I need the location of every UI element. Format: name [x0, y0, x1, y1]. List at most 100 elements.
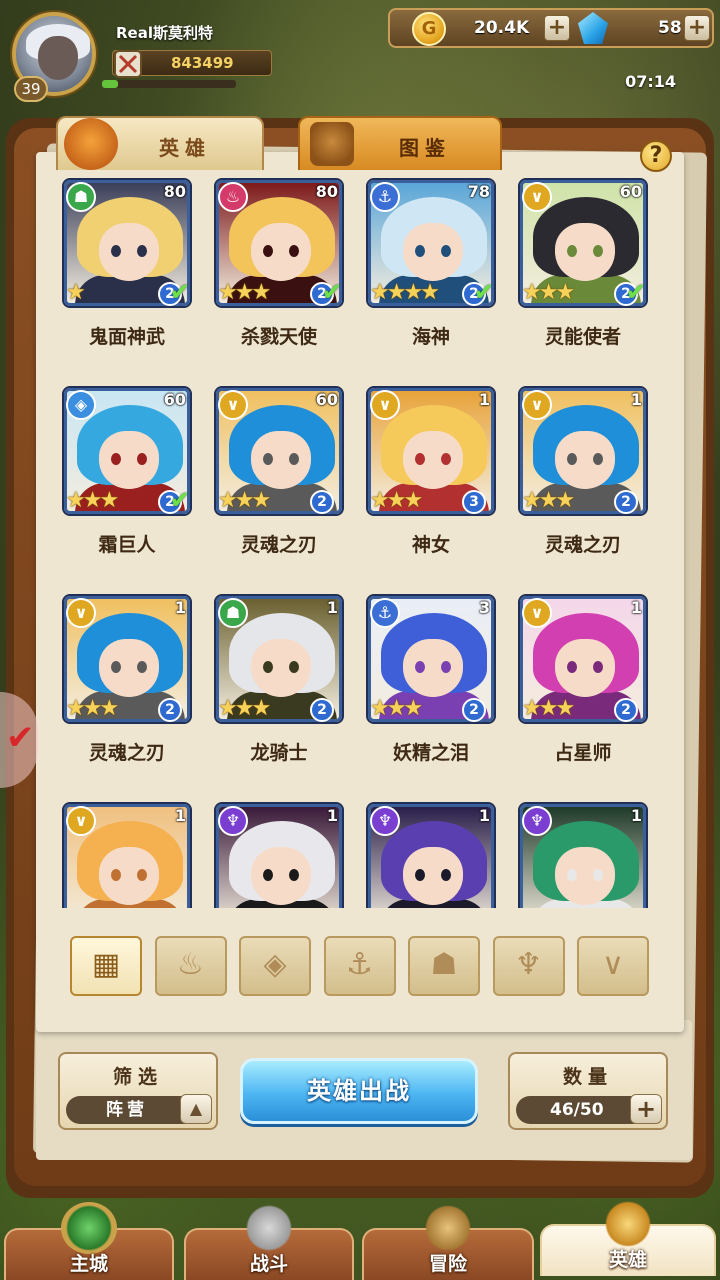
hero-card[interactable]: ☗ 80 ★ 2 ✔ 鬼面神武: [36, 178, 196, 368]
deployed-check-icon: ✔: [473, 278, 494, 306]
portrait-eye: [593, 869, 603, 881]
hero-card[interactable]: ∨ 60 ★★★ 2 ✔ 灵能使者: [492, 178, 652, 368]
faction-filter-bar: ▦ ♨ ◈ ⚓ ☗ ♆ ∨: [70, 936, 670, 998]
nav-adventure[interactable]: 冒险: [362, 1202, 534, 1280]
hero-stars: ★★★: [522, 280, 575, 305]
hero-name: 杀戮天使: [240, 326, 317, 348]
hero-stars: ★★★: [370, 696, 423, 721]
portrait-eye: [567, 245, 577, 257]
hero-rank-badge: 2: [614, 698, 638, 722]
filter-demon-button[interactable]: ♆: [492, 936, 565, 996]
portrait-face: [555, 223, 615, 281]
hero-card[interactable]: ⚓ 3 ★★★ 2 妖精之泪: [340, 594, 500, 784]
hero-card[interactable]: ♆ 1: [492, 802, 652, 908]
flame-icon: ♨: [177, 947, 204, 982]
filter-diamond-button[interactable]: ◈: [239, 936, 311, 996]
deployed-check-icon: ✔: [169, 486, 190, 514]
hero-card[interactable]: ♨ 80 ★★★ 2 ✔ 杀戮天使: [188, 178, 348, 368]
hero-rank-badge: 2: [310, 490, 334, 514]
filter-flame-button[interactable]: ♨: [154, 936, 227, 996]
hero-level: 1: [326, 806, 338, 825]
tab-heroes[interactable]: 英雄: [56, 116, 264, 170]
filter-toggle-button[interactable]: ▲: [180, 1094, 212, 1124]
hero-name: 海神: [411, 326, 450, 348]
hero-card[interactable]: ∨ 1: [36, 802, 196, 908]
portrait-eye: [593, 245, 603, 257]
diamond-icon: ◈: [263, 947, 287, 982]
portrait-eye: [567, 869, 577, 881]
xp-bar: [102, 80, 236, 88]
deployed-check-icon: ✔: [625, 278, 646, 306]
add-gems-button[interactable]: +: [684, 15, 710, 41]
portrait-eye: [289, 869, 299, 881]
hero-stars: ★★★: [66, 488, 119, 513]
chevron-icon: ∨: [522, 390, 552, 420]
portrait-eye: [415, 453, 425, 465]
add-gold-button[interactable]: +: [544, 15, 570, 41]
portrait-eye: [593, 661, 603, 673]
hero-grid: ☗ 80 ★ 2 ✔ 鬼面神武 ♨ 80 ★★★ 2 ✔ 杀戮天使 ⚓ 78 ★…: [36, 178, 684, 908]
player-profile[interactable]: 39 Real斯莫利特 843499: [6, 4, 272, 102]
portrait-eye: [263, 869, 273, 881]
hero-stars: ★★★: [522, 488, 575, 513]
filter-beast-button[interactable]: ☗: [408, 936, 480, 996]
portrait-eye: [593, 453, 603, 465]
portrait-face: [251, 639, 311, 697]
beast-icon: ☗: [66, 182, 96, 212]
avatar-face: [38, 36, 78, 80]
bottom-nav: 主城 战斗 冒险 英雄: [0, 1198, 720, 1280]
portrait-face: [403, 847, 463, 905]
portrait-eye: [111, 453, 121, 465]
tab-atlas[interactable]: 图鉴: [298, 116, 502, 170]
hero-level: 1: [630, 390, 642, 409]
tab-atlas-label: 图鉴: [399, 136, 451, 160]
beast-icon: ☗: [218, 598, 248, 628]
portrait-eye: [567, 661, 577, 673]
filter-chevron-button[interactable]: ∨: [577, 936, 649, 996]
portrait-face: [403, 223, 463, 281]
nav-battle[interactable]: 战斗: [184, 1202, 354, 1280]
portrait-eye: [111, 661, 121, 673]
nav-heroes[interactable]: 英雄: [540, 1198, 716, 1276]
filter-label: 筛选: [112, 1066, 163, 1088]
hero-level: 60: [619, 182, 642, 201]
filter-anchor-button[interactable]: ⚓: [323, 936, 396, 996]
portrait-face: [403, 431, 463, 489]
resource-bar: G 20.4K + 58 +: [388, 8, 714, 48]
hero-card[interactable]: ∨ 1 ★★★ 2 占星师: [492, 594, 652, 784]
hero-name: 神女: [411, 534, 450, 556]
xp-bar-fill: [102, 80, 119, 88]
hero-card[interactable]: ◈ 60 ★★★ 2 ✔ 霜巨人: [36, 386, 196, 576]
nav-city[interactable]: 主城: [4, 1202, 174, 1280]
hero-card[interactable]: ∨ 1 ★★★ 3 神女: [340, 386, 500, 576]
hero-card[interactable]: ∨ 1 ★★★ 2 灵魂之刃: [492, 386, 652, 576]
portrait-eye: [263, 661, 273, 673]
portrait-face: [251, 847, 311, 905]
deploy-heroes-button[interactable]: 英雄出战: [240, 1058, 478, 1124]
filter-box[interactable]: 筛选 阵营 ▲: [58, 1052, 218, 1130]
portrait-face: [99, 847, 159, 905]
portrait-eye: [137, 869, 147, 881]
hero-count-box: 数量 46/50 +: [508, 1052, 668, 1130]
nav-label: 主城: [69, 1253, 108, 1275]
help-button[interactable]: ?: [640, 140, 672, 172]
hero-rank-badge: 2: [158, 698, 182, 722]
clock: 07:14: [625, 72, 676, 91]
tab-heroes-label: 英雄: [159, 136, 211, 160]
hero-card[interactable]: ☗ 1 ★★★ 2 龙骑士: [188, 594, 348, 784]
filter-grid-button[interactable]: ▦: [70, 936, 142, 996]
hero-card[interactable]: ♆ 1: [188, 802, 348, 908]
hero-card[interactable]: ∨ 60 ★★★ 2 灵魂之刃: [188, 386, 348, 576]
expand-capacity-button[interactable]: +: [630, 1094, 662, 1124]
hero-stars: ★★★: [522, 696, 575, 721]
hero-card[interactable]: ∨ 1 ★★★ 2 灵魂之刃: [36, 594, 196, 784]
hero-stars: ★★★: [370, 488, 423, 513]
crossed-swords-icon: [114, 50, 142, 78]
hero-card[interactable]: ♆ 1: [340, 802, 500, 908]
player-name: Real斯莫利特: [116, 24, 213, 42]
portrait-eye: [137, 245, 147, 257]
hero-card[interactable]: ⚓ 78 ★★★★ 2 ✔ 海神: [340, 178, 500, 368]
map-icon: [420, 1202, 476, 1254]
portrait-eye: [441, 869, 451, 881]
nav-label: 英雄: [608, 1249, 647, 1271]
